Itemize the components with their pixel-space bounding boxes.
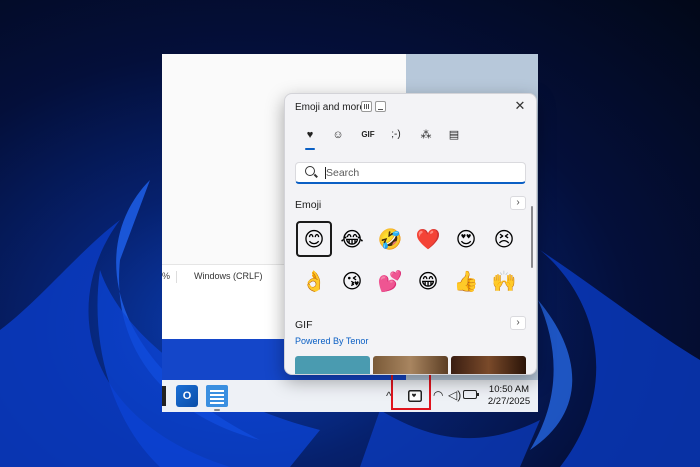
tab-clipboard[interactable]: ▤	[443, 126, 465, 146]
emoji-cell[interactable]: 😁	[410, 263, 446, 299]
search-icon	[305, 166, 315, 176]
clock-time: 10:50 AM	[488, 384, 530, 395]
powered-by-tenor-link[interactable]: Powered By Tenor	[295, 336, 368, 346]
tab-emoji[interactable]: ♥	[299, 126, 321, 150]
wifi-icon[interactable]: ◠	[433, 388, 443, 402]
taskbar-app-edge[interactable]	[162, 386, 166, 406]
gif-thumbnail[interactable]	[373, 356, 448, 374]
taskbar: O ^ ◠ ◁) 10:50 AM 2/27/2025	[162, 380, 538, 412]
emoji-cell[interactable]: 💕	[372, 263, 408, 299]
tab-kaomoji[interactable]: ;-)	[385, 126, 407, 146]
scrollbar[interactable]	[531, 206, 533, 268]
outlook-icon[interactable]: O	[176, 385, 198, 407]
emoji-cell[interactable]: 😍	[448, 221, 484, 257]
emoji-cell[interactable]: 🙌	[486, 263, 522, 299]
zoom-level: %	[162, 271, 178, 283]
emoji-section-title: Emoji	[295, 199, 322, 211]
search-input[interactable]	[326, 165, 516, 181]
tab-gif[interactable]: GIF	[357, 126, 379, 146]
highlight-annotation-box	[391, 370, 431, 410]
clock-date: 2/27/2025	[487, 396, 531, 407]
gif-section-title: GIF	[295, 319, 313, 331]
emoji-cell[interactable]: 🤣	[372, 221, 408, 257]
notepad-icon[interactable]	[206, 385, 228, 407]
running-indicator	[214, 409, 220, 411]
gif-thumbnail[interactable]	[451, 356, 526, 374]
gif-more-button[interactable]: ›	[510, 316, 526, 330]
emoji-panel: Emoji and more ✕ ♥ ☺ GIF ;-) ⁂ ▤ Emoji ›…	[284, 93, 537, 375]
gif-thumbnail[interactable]	[295, 356, 370, 374]
close-button[interactable]: ✕	[512, 98, 528, 114]
emoji-cell[interactable]: ❤️	[410, 221, 446, 257]
line-ending-status[interactable]: Windows (CRLF)	[194, 271, 263, 281]
tab-symbols[interactable]: ⁂	[415, 126, 437, 146]
search-box	[295, 162, 526, 184]
emoji-cell[interactable]: 👍	[448, 263, 484, 299]
emoji-more-button[interactable]: ›	[510, 196, 526, 210]
emoji-cell[interactable]: 😊	[296, 221, 332, 257]
emoji-cell[interactable]: 👌	[296, 263, 332, 299]
volume-icon[interactable]: ◁)	[448, 388, 461, 402]
clock[interactable]: 10:50 AM 2/27/2025	[484, 384, 534, 408]
panel-title: Emoji and more	[295, 102, 366, 113]
emoji-cell[interactable]: 😂	[334, 221, 370, 257]
emoji-cell[interactable]: 😣	[486, 221, 522, 257]
keyboard-layout-icon[interactable]	[361, 101, 372, 112]
battery-icon[interactable]	[463, 390, 479, 399]
minimize-icon[interactable]	[375, 101, 386, 112]
emoji-cell[interactable]: 😘	[334, 263, 370, 299]
tab-smiley[interactable]: ☺	[327, 126, 349, 146]
